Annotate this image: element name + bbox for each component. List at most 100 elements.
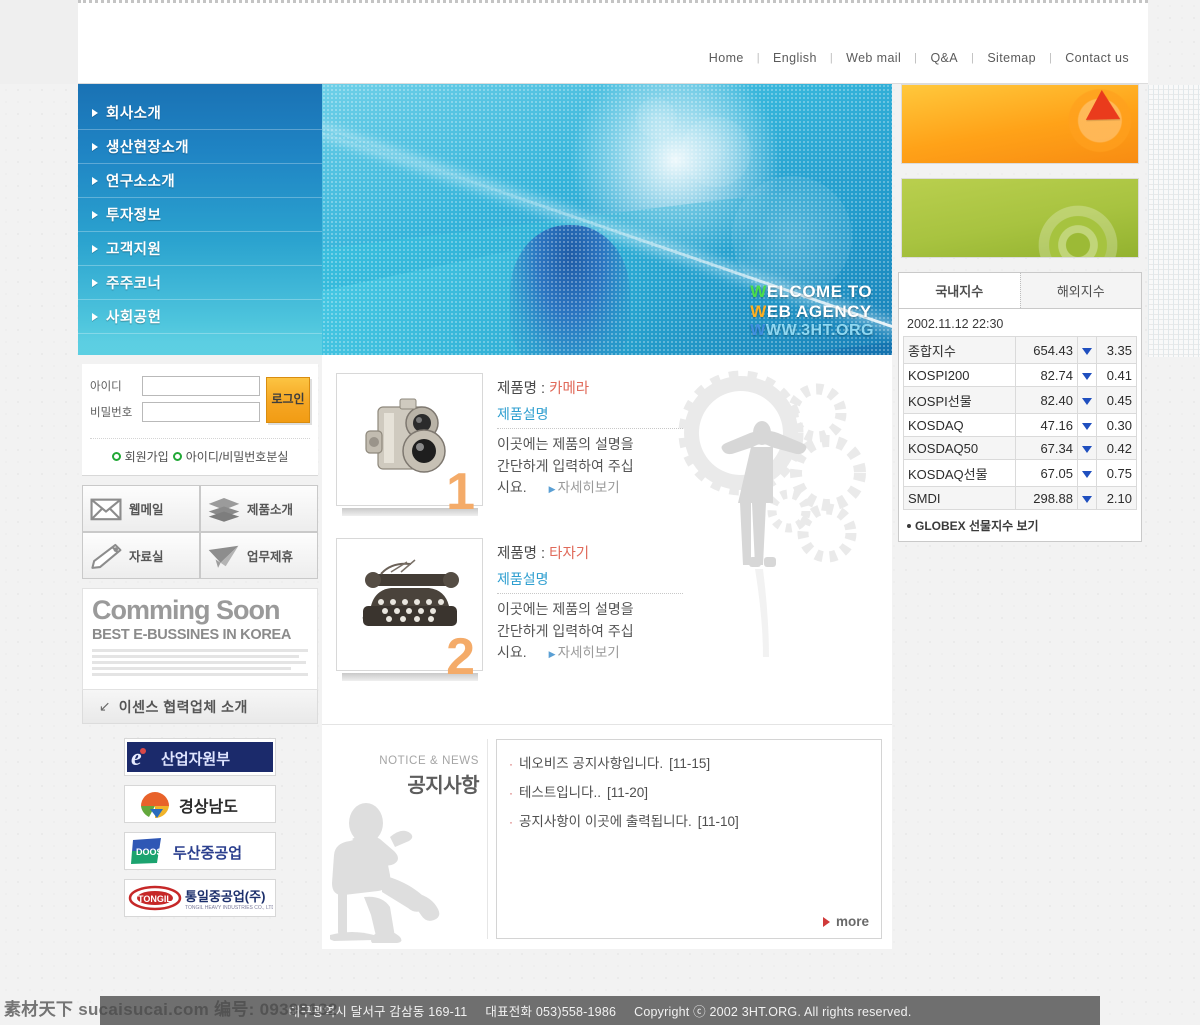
signup-link[interactable]: 회원가입 — [125, 448, 169, 465]
partner-intro-label: 이센스 협력업체 소개 — [118, 698, 248, 715]
product-name-value: 카메라 — [549, 381, 590, 397]
tab-overseas-index[interactable]: 해외지수 — [1019, 273, 1142, 308]
stock-change: 0.75 — [1096, 459, 1137, 487]
tab-domestic-index[interactable]: 국내지수 — [899, 273, 1020, 308]
table-row[interactable]: KOSDAQ선물 67.05 0.75 — [903, 459, 1137, 487]
notice-list-box: · 네오비즈 공지사항입니다. [11-15] · 테스트입니다.. [11-2… — [496, 739, 882, 939]
product-detail-link[interactable]: ▶ 자세히보기 — [549, 478, 620, 499]
product-name: 제품명 : 타자기 — [497, 542, 892, 563]
topnav-item-webmail[interactable]: Web mail — [833, 51, 914, 65]
login-password-input[interactable] — [142, 402, 260, 422]
quicklink-partnership[interactable]: 업무제휴 — [201, 533, 317, 578]
product-desc-line: 시요. — [497, 479, 527, 496]
partner-logo-latin: DOOSAN — [136, 847, 176, 857]
left-sidebar: 회사소개 생산현장소개 연구소소개 투자정보 고객지원 주주코너 사회공헌 아이… — [78, 84, 322, 926]
doosan-logo-icon: DOOSAN 두산중공업 — [127, 836, 273, 866]
hero-line2-initial: W — [750, 302, 767, 322]
partner-logo-motie[interactable]: e 산업자원부 — [124, 738, 276, 776]
sidebar-item-shareholder[interactable]: 주주코너 — [78, 266, 322, 300]
notice-item-date: [11-10] — [697, 814, 739, 829]
sidebar-item-social[interactable]: 사회공헌 — [78, 300, 322, 334]
topnav-item-sitemap[interactable]: Sitemap — [974, 51, 1049, 65]
sidebar-item-research[interactable]: 연구소소개 — [78, 164, 322, 198]
partner-logo-doosan[interactable]: DOOSAN 두산중공업 — [124, 832, 276, 870]
quick-links-grid: 웹메일 제품소개 자료실 업무제휴 — [82, 485, 318, 579]
product-detail-label: 자세히보기 — [557, 480, 620, 496]
product-detail-label: 자세히보기 — [557, 645, 620, 661]
topnav-item-contactus[interactable]: Contact us — [1052, 51, 1142, 65]
notice-heading: NOTICE & NEWS 공지사항 — [328, 739, 488, 943]
sidebar-item-company[interactable]: 회사소개 — [78, 96, 322, 130]
partner-logo-text: 통일중공업(주) — [185, 889, 265, 904]
table-row[interactable]: KOSDAQ 47.16 0.30 — [903, 413, 1137, 437]
sidebar-item-label: 고객지원 — [106, 242, 162, 258]
partner-logo-latin: TONGIL — [138, 894, 172, 904]
partner-logo-text: 산업자원부 — [161, 751, 230, 768]
stock-change: 0.42 — [1096, 436, 1137, 460]
product-description: 이곳에는 제품의 설명을 간단하게 입력하여 주십 시요. ▶ 자세히보기 — [497, 434, 687, 499]
login-id-row: 아이디 — [90, 376, 260, 396]
quicklink-products[interactable]: 제품소개 — [201, 486, 317, 531]
stock-tabs: 국내지수 해외지수 — [898, 272, 1142, 309]
partner-logo-tongil[interactable]: TONGIL 통일중공업(주) TONGIL HEAVY INDUSTRIES … — [124, 879, 276, 917]
table-row[interactable]: 종합지수 654.43 3.35 — [903, 336, 1137, 364]
quicklink-webmail[interactable]: 웹메일 — [83, 486, 199, 531]
notice-item[interactable]: · 테스트입니다.. [11-20] — [509, 781, 869, 801]
topnav-item-home[interactable]: Home — [696, 51, 757, 65]
product-name-value: 타자기 — [549, 546, 590, 562]
quicklink-label: 자료실 — [129, 550, 164, 564]
banner-orange[interactable] — [901, 84, 1139, 164]
notice-item[interactable]: · 공지사항이 이곳에 출력됩니다. [11-10] — [509, 810, 869, 830]
quicklink-resources[interactable]: 자료실 — [83, 533, 199, 578]
stock-index-widget: 국내지수 해외지수 2002.11.12 22:30 종합지수 654.43 3… — [898, 272, 1142, 542]
site-header: Home | English | Web mail | Q&A | Sitema… — [78, 0, 1148, 84]
product-thumbnail[interactable]: 2 — [336, 538, 483, 686]
stock-value: 82.40 — [1015, 386, 1078, 414]
pencil-icon — [91, 543, 122, 569]
sidebar-item-production[interactable]: 생산현장소개 — [78, 130, 322, 164]
partner-logo-gyeongnam[interactable]: 경상남도 — [124, 785, 276, 823]
topnav-item-qna[interactable]: Q&A — [917, 51, 971, 65]
bullet-icon: · — [509, 815, 513, 829]
product-info: 제품명 : 타자기 제품설명 이곳에는 제품의 설명을 간단하게 입력하여 주십… — [497, 538, 892, 664]
footer-copyright: Copyright ⓒ 2002 3HT.ORG. All rights res… — [634, 1005, 912, 1019]
notice-more-label: more — [835, 914, 869, 929]
sidebar-item-investment[interactable]: 투자정보 — [78, 198, 322, 232]
envelope-icon — [90, 498, 122, 520]
svg-text:e: e — [131, 745, 142, 771]
product-desc-header: 제품설명 — [497, 569, 683, 594]
notice-more-link[interactable]: more — [822, 914, 869, 929]
login-submit-button[interactable]: 로그인 — [266, 377, 310, 423]
stock-value: 82.74 — [1015, 363, 1078, 387]
stock-name: KOSDAQ — [903, 413, 1016, 437]
table-row[interactable]: SMDI 298.88 2.10 — [903, 486, 1137, 510]
green-bullet-icon — [111, 452, 121, 461]
login-id-input[interactable] — [142, 376, 260, 396]
lost-credentials-link[interactable]: 아이디/비밀번호분실 — [186, 448, 289, 465]
product-name-label: 제품명 : — [497, 381, 546, 397]
top-navigation: Home | English | Web mail | Q&A | Sitema… — [696, 51, 1142, 65]
topnav-item-english[interactable]: English — [760, 51, 830, 65]
notice-item[interactable]: · 네오비즈 공지사항입니다. [11-15] — [509, 752, 869, 772]
partner-intro-bar[interactable]: ↘ 이센스 협력업체 소개 — [82, 690, 318, 724]
product-desc-line: 이곳에는 제품의 설명을 — [497, 601, 634, 617]
right-edge-pattern — [1148, 85, 1200, 357]
table-row[interactable]: KOSDAQ50 67.34 0.42 — [903, 436, 1137, 460]
table-row[interactable]: KOSPI선물 82.40 0.45 — [903, 386, 1137, 414]
table-row[interactable]: KOSPI200 82.74 0.41 — [903, 363, 1137, 387]
product-row: 1 제품명 : 카메라 제품설명 이곳에는 제품의 설명을 간단하게 입력하여 … — [322, 365, 892, 530]
triangle-right-icon: ▶ — [548, 649, 556, 660]
product-thumbnail[interactable]: 1 — [336, 373, 483, 518]
sidebar-item-support[interactable]: 고객지원 — [78, 232, 322, 266]
coming-soon-banner[interactable]: Comming Soon BEST E-BUSSINES IN KOREA — [82, 588, 318, 690]
hero-line3-rest: WW.3HT.ORG — [765, 322, 874, 340]
product-number: 2 — [446, 627, 475, 686]
hero-banner[interactable]: WELCOME TO WEB AGENCY WWW.3HT.ORG — [322, 84, 892, 355]
product-detail-link[interactable]: ▶ 자세히보기 — [549, 643, 620, 664]
product-row: 2 제품명 : 타자기 제품설명 이곳에는 제품의 설명을 간단하게 입력하여 … — [322, 530, 892, 695]
arrow-down-left-icon: ↘ — [99, 698, 111, 714]
globex-link[interactable]: GLOBEX 선물지수 보기 — [903, 510, 1137, 537]
arrow-down-icon — [1077, 486, 1097, 510]
stock-name: SMDI — [903, 486, 1016, 510]
banner-green[interactable] — [901, 178, 1139, 258]
